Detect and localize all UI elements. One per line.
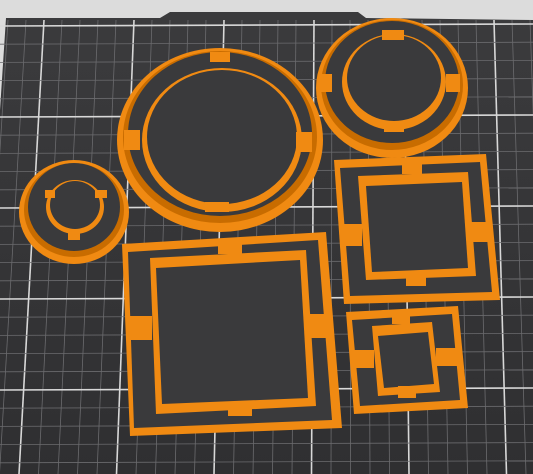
large-round-cutter[interactable] — [117, 48, 323, 232]
medium-round-cutter[interactable] — [316, 18, 468, 158]
small-square-cutter[interactable] — [346, 306, 468, 414]
plate-viewport[interactable] — [0, 0, 533, 474]
small-round-cutter[interactable] — [19, 160, 129, 264]
medium-square-cutter[interactable] — [334, 154, 500, 304]
large-square-cutter[interactable] — [122, 232, 342, 436]
print-bed-scene[interactable] — [0, 0, 533, 474]
